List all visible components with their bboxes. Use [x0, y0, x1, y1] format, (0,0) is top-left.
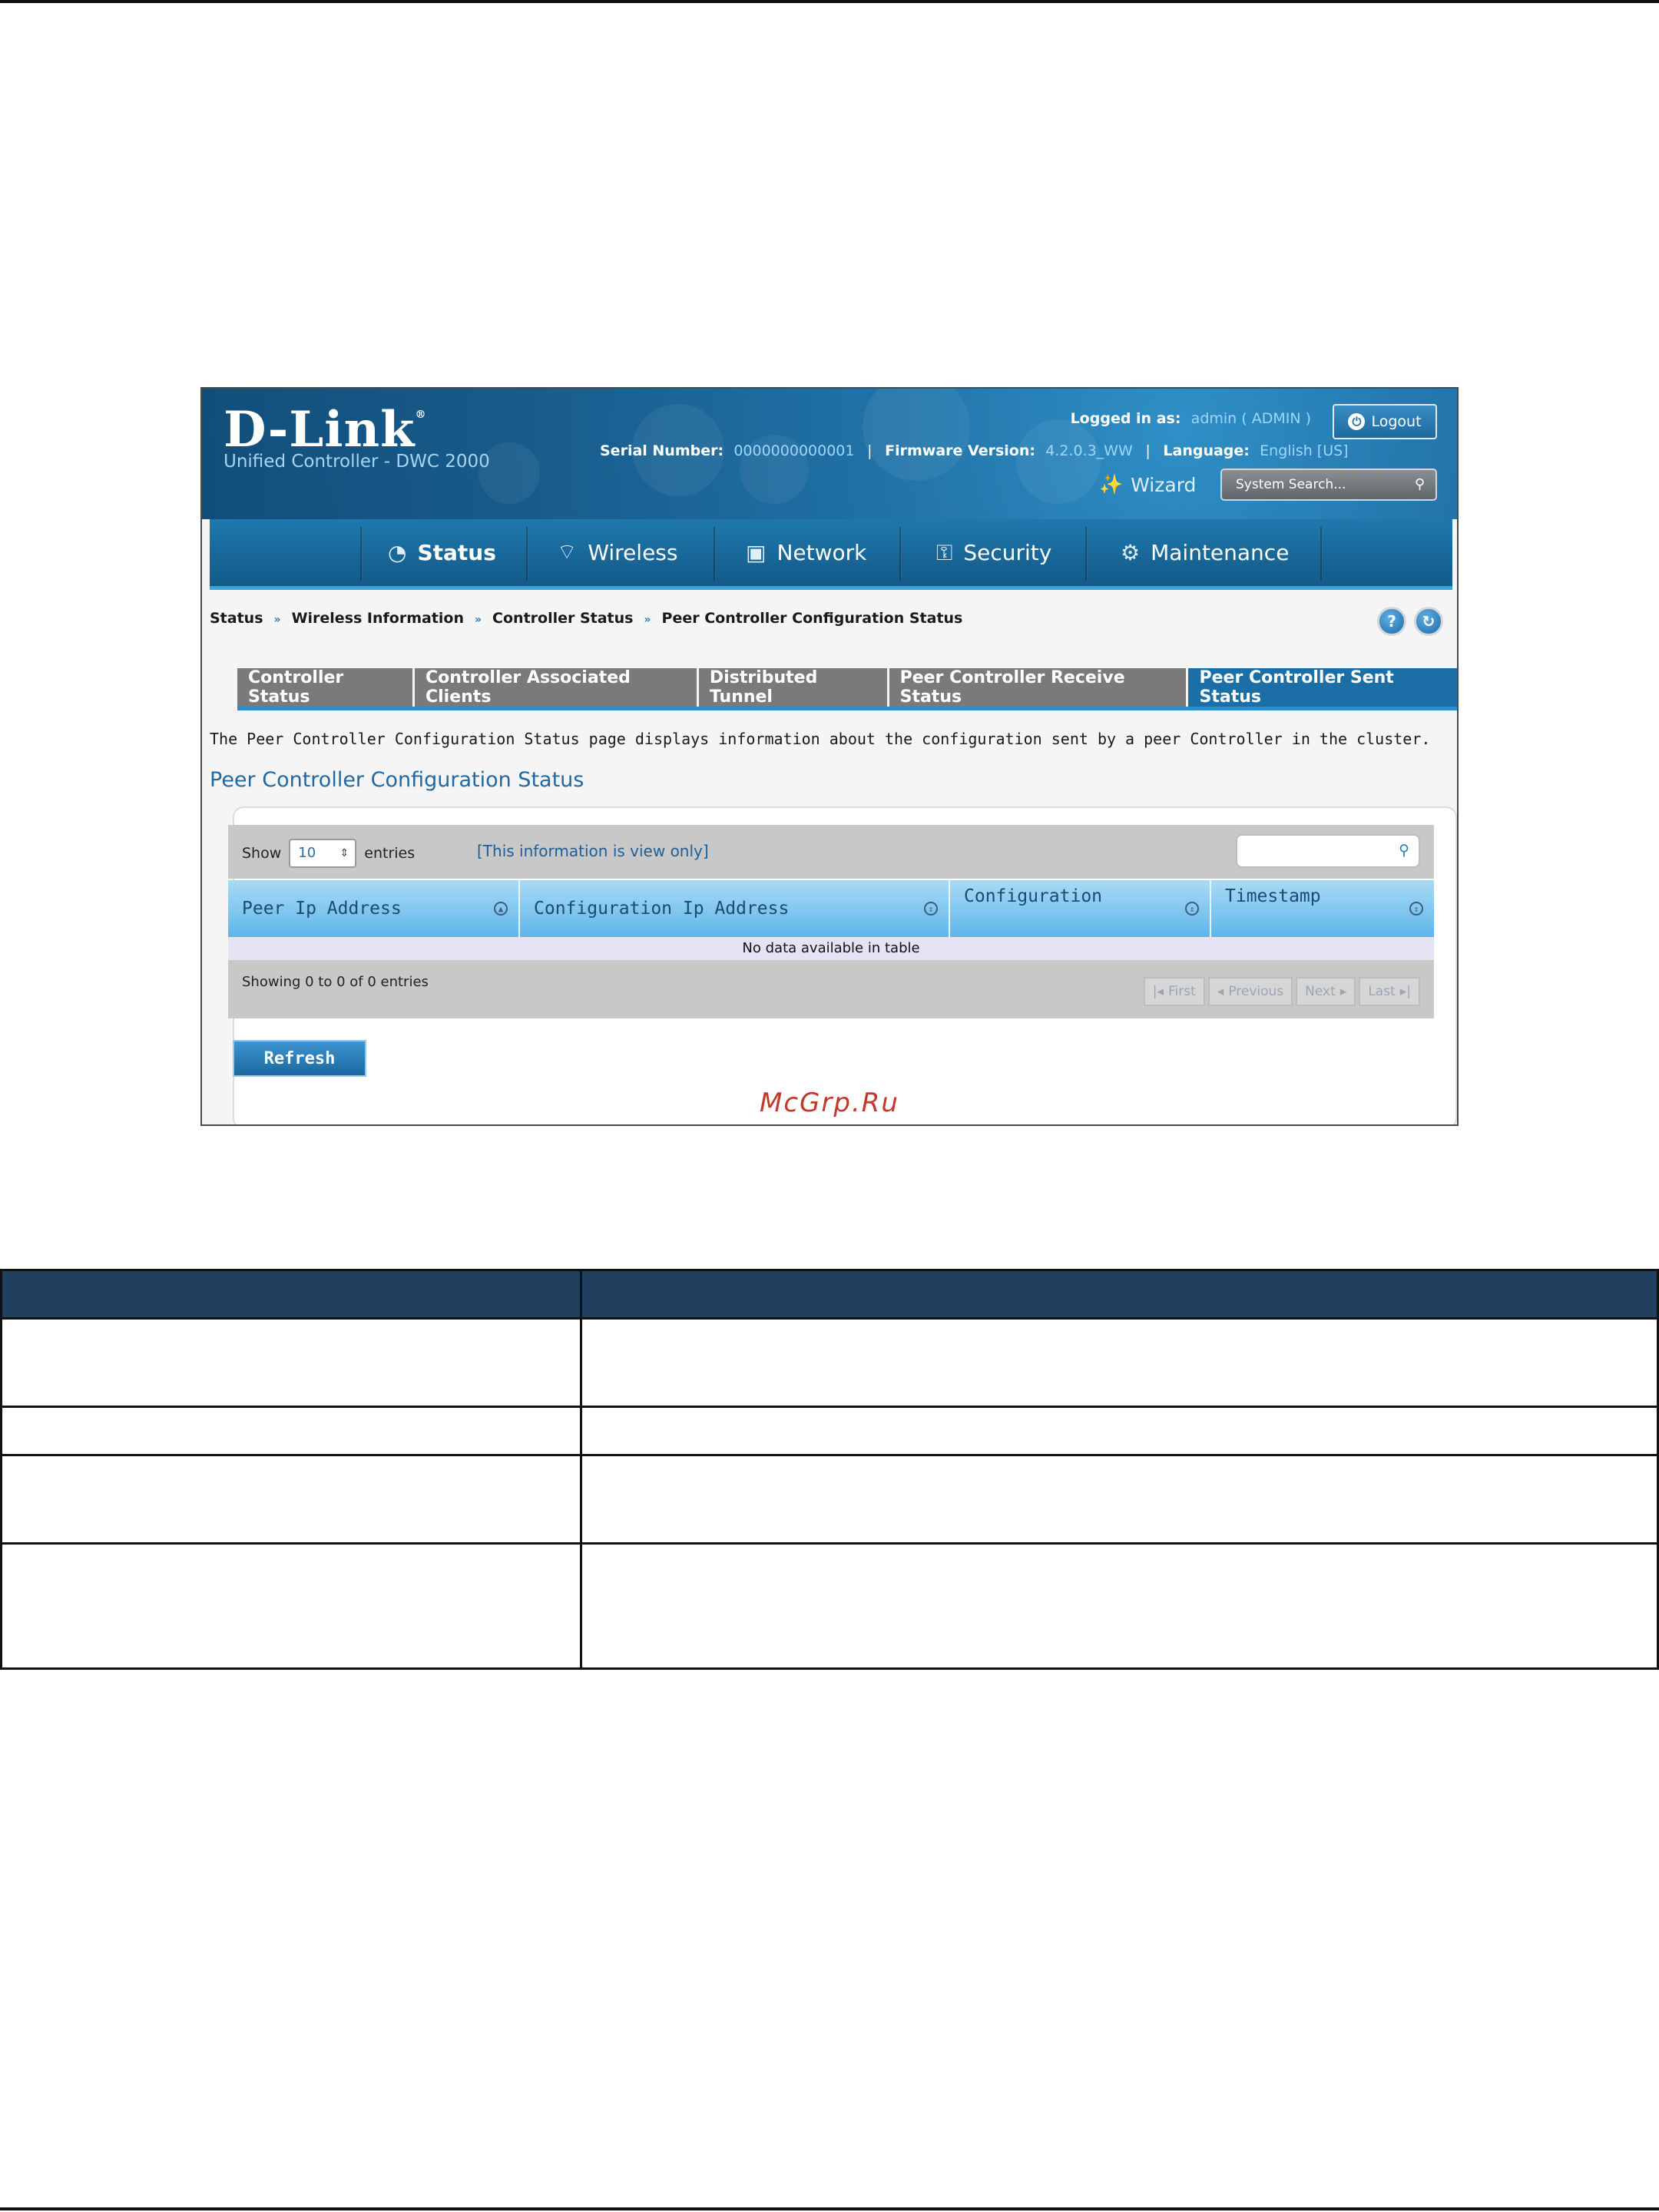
- sort-asc-icon: ▲: [494, 902, 508, 916]
- entries-select[interactable]: 10 ⇕: [289, 839, 357, 868]
- wifi-icon: ⌔: [557, 539, 578, 565]
- tab-controller-associated-clients[interactable]: Controller Associated Clients: [415, 668, 697, 707]
- breadcrumb-current: Peer Controller Configuration Status: [661, 610, 963, 627]
- watermark: McGrp.Ru: [760, 1088, 899, 1118]
- main-nav: ◔ Status ⌔ Wireless ▣ Network ⚿ Security…: [210, 519, 1452, 590]
- showing-count: Showing 0 to 0 of 0 entries: [242, 974, 429, 990]
- empty-table-message: No data available in table: [228, 937, 1434, 960]
- tab-underline: [237, 707, 1457, 710]
- tab-bar: Controller Status Controller Associated …: [237, 668, 1457, 707]
- device-info: Serial Number: 0000000000001 | Firmware …: [600, 442, 1349, 459]
- magic-wand-icon: ✨: [1099, 473, 1124, 495]
- bottom-rule: [0, 2207, 1659, 2210]
- column-peer-ip-address[interactable]: Peer Ip Address ▲: [228, 880, 520, 937]
- nav-status[interactable]: ◔ Status: [388, 519, 496, 586]
- product-subtitle: Unified Controller - DWC 2000: [224, 452, 490, 472]
- first-page-button[interactable]: |◂ First: [1143, 977, 1205, 1006]
- table-row: [0, 1317, 1659, 1408]
- search-icon: ⚲: [1414, 476, 1425, 492]
- field-description-table: [0, 1269, 1659, 1670]
- table-row: [0, 1454, 1659, 1545]
- pagination: |◂ First ◂ Previous Next ▸ Last ▸|: [1143, 977, 1420, 1006]
- table-row: [0, 1542, 1659, 1670]
- logged-in-info: Logged in as: admin ( ADMIN ): [1070, 410, 1311, 427]
- sort-icon: ⇕: [924, 902, 938, 916]
- info-icon[interactable]: ↻: [1414, 607, 1443, 636]
- tab-peer-controller-sent-status[interactable]: Peer Controller Sent Status: [1188, 668, 1457, 707]
- chevron-left-icon: ◂: [1217, 984, 1224, 999]
- table-cell: [0, 1454, 582, 1545]
- table-cell: [580, 1317, 1659, 1408]
- column-timestamp[interactable]: Timestamp ⇕: [1211, 880, 1434, 937]
- table-header-row: [0, 1269, 1659, 1320]
- sort-icon: ⇕: [1185, 902, 1199, 916]
- first-page-icon: |◂: [1152, 984, 1164, 999]
- last-page-icon: ▸|: [1399, 984, 1411, 999]
- updown-icon: ⇕: [339, 847, 349, 859]
- nav-maintenance[interactable]: ⚙ Maintenance: [1121, 519, 1289, 586]
- monitor-icon: ▣: [746, 540, 767, 565]
- search-icon: ⚲: [1399, 842, 1409, 859]
- lock-icon: ⚿: [936, 539, 953, 565]
- table-toolbar: Show 10 ⇕ entries [This information is vi…: [228, 825, 1434, 879]
- help-icon[interactable]: ?: [1377, 607, 1406, 636]
- nav-network[interactable]: ▣ Network: [746, 519, 866, 586]
- table-footer: Showing 0 to 0 of 0 entries |◂ First ◂ Pre…: [228, 960, 1434, 1018]
- table-cell: [580, 1454, 1659, 1545]
- entries-control: Show 10 ⇕ entries: [242, 839, 415, 868]
- breadcrumb-status[interactable]: Status: [210, 610, 263, 627]
- next-page-button[interactable]: Next ▸: [1296, 977, 1356, 1006]
- wizard-link[interactable]: ✨ Wizard: [1099, 473, 1196, 496]
- table-header: Peer Ip Address ▲ Configuration Ip Addre…: [228, 880, 1434, 937]
- tab-distributed-tunnel[interactable]: Distributed Tunnel: [698, 668, 887, 707]
- chevron-right-icon: ▸: [1339, 984, 1347, 999]
- header-cell-field: [0, 1269, 582, 1320]
- breadcrumb-controller-status[interactable]: Controller Status: [492, 610, 633, 627]
- controller-screenshot: D-Link® Unified Controller - DWC 2000 Lo…: [200, 387, 1459, 1126]
- refresh-button[interactable]: Refresh: [233, 1040, 366, 1077]
- language-link[interactable]: English [US]: [1260, 442, 1348, 459]
- header-banner: D-Link® Unified Controller - DWC 2000 Lo…: [202, 389, 1457, 519]
- table-cell: [580, 1542, 1659, 1670]
- power-icon: ⏻: [1348, 413, 1366, 430]
- sort-icon: ⇕: [1409, 902, 1423, 916]
- table-row: [0, 1406, 1659, 1456]
- logout-button[interactable]: ⏻ Logout: [1333, 404, 1437, 439]
- nav-wireless[interactable]: ⌔ Wireless: [557, 519, 677, 586]
- table-cell: [0, 1542, 582, 1670]
- last-page-button[interactable]: Last ▸|: [1359, 977, 1420, 1006]
- gear-icon: ⚙: [1121, 540, 1141, 565]
- table-cell: [580, 1406, 1659, 1456]
- breadcrumb: Status» Wireless Information» Controller S…: [210, 610, 963, 627]
- column-configuration[interactable]: Configuration ⇕: [950, 880, 1211, 937]
- table-cell: [0, 1317, 582, 1408]
- column-configuration-ip-address[interactable]: Configuration Ip Address ⇕: [520, 880, 950, 937]
- table-search-input[interactable]: ⚲: [1236, 834, 1420, 868]
- tab-controller-status[interactable]: Controller Status: [237, 668, 412, 707]
- page-description: The Peer Controller Configuration Status…: [210, 730, 1431, 748]
- system-search-input[interactable]: System Search... ⚲: [1220, 469, 1437, 501]
- gauge-icon: ◔: [388, 540, 407, 565]
- header-cell-description: [580, 1269, 1659, 1320]
- previous-page-button[interactable]: ◂ Previous: [1207, 977, 1293, 1006]
- nav-security[interactable]: ⚿ Security: [936, 519, 1051, 586]
- section-title: Peer Controller Configuration Status: [210, 768, 584, 792]
- view-only-note: [This information is view only]: [477, 842, 709, 860]
- top-rule: [0, 0, 1659, 3]
- breadcrumb-wireless-information[interactable]: Wireless Information: [292, 610, 464, 627]
- table-cell: [0, 1406, 582, 1456]
- dlink-logo: D-Link®: [224, 401, 427, 459]
- tab-peer-controller-receive-status[interactable]: Peer Controller Receive Status: [889, 668, 1187, 707]
